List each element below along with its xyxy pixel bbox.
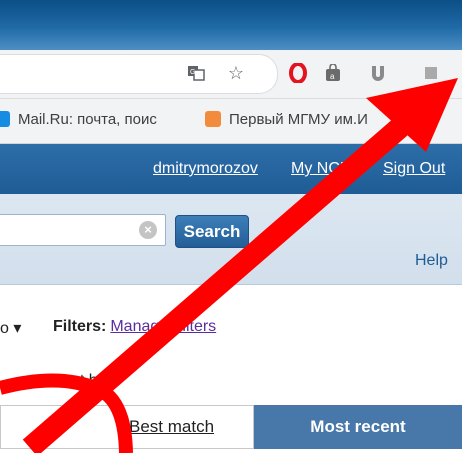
sign-out-link[interactable]: Sign Out — [383, 160, 445, 178]
bookmark-label: Первый МГМУ им.И — [229, 111, 368, 128]
tab-best-match[interactable]: Best match — [0, 405, 254, 449]
search-button[interactable]: Search — [175, 215, 249, 248]
extension-u-icon[interactable] — [365, 60, 391, 86]
opera-icon[interactable] — [285, 60, 311, 86]
filters-label: Filters: — [53, 318, 107, 335]
translate-icon[interactable]: G — [183, 60, 209, 86]
my-ncbi-link[interactable]: My NCBI — [291, 160, 355, 178]
sort-by-label: Sort by: — [55, 372, 111, 389]
tab-best-match-label: Best match — [129, 417, 215, 436]
filters-row: Filters: Manage Filters — [53, 318, 216, 336]
username-link[interactable]: dmitrymorozov — [153, 160, 258, 178]
bookmark-mailru[interactable]: Mail.Ru: почта, поис — [0, 111, 190, 128]
format-dropdown[interactable]: o ▾ — [0, 318, 21, 338]
clear-search-icon[interactable]: × — [139, 221, 157, 239]
mailru-icon — [0, 111, 10, 127]
extension-icon[interactable] — [418, 60, 444, 86]
svg-text:G: G — [190, 69, 195, 76]
manage-filters-link[interactable]: Manage Filters — [110, 318, 216, 335]
bookmark-first-mgmu[interactable]: Первый МГМУ им.И — [205, 111, 395, 128]
browser-toolbar: G ☆ a — [0, 50, 462, 99]
shopping-bag-icon[interactable]: a — [320, 60, 346, 86]
window-titlebar — [0, 0, 462, 50]
svg-text:a: a — [330, 72, 335, 81]
tab-most-recent[interactable]: Most recent — [254, 405, 462, 449]
help-link[interactable]: Help — [415, 252, 448, 270]
bookmark-label: Mail.Ru: почта, поис — [18, 111, 157, 128]
ncbi-user-bar: dmitrymorozov My NCBI Sign Out — [0, 144, 462, 194]
bookmark-page-icon — [205, 111, 221, 127]
bookmark-star-icon[interactable]: ☆ — [223, 60, 249, 86]
bookmarks-bar: Mail.Ru: почта, поис Первый МГМУ им.И — [0, 99, 462, 144]
